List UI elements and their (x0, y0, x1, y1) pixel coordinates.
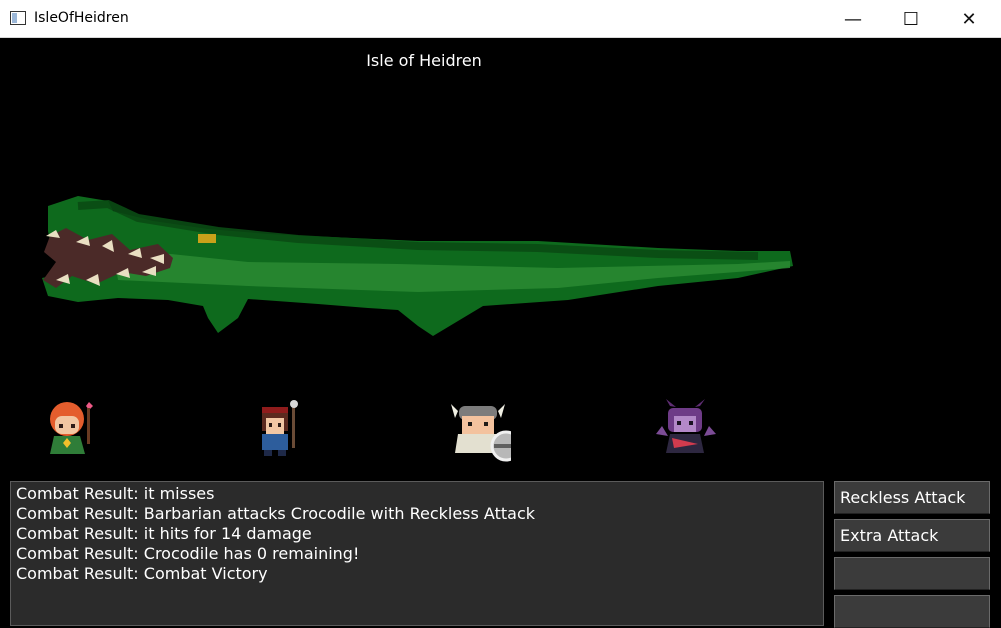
reckless-attack-button[interactable]: Reckless Attack (834, 481, 990, 514)
druid-sprite[interactable] (36, 398, 101, 463)
empty-action-button[interactable] (834, 595, 990, 628)
crocodile-sprite[interactable] (38, 196, 798, 341)
close-button[interactable]: ✕ (940, 0, 998, 38)
window-title: IsleOfHeidren (34, 10, 129, 26)
warlock-sprite[interactable] (654, 398, 719, 463)
minimize-icon: — (844, 8, 862, 30)
combat-log-line: Combat Result: it hits for 14 damage (16, 524, 312, 543)
game-title: Isle of Heidren (366, 51, 482, 70)
close-icon: ✕ (961, 8, 977, 30)
maximize-icon: ☐ (902, 8, 920, 30)
extra-attack-button[interactable]: Extra Attack (834, 519, 990, 552)
minimize-button[interactable]: — (824, 0, 882, 38)
ranger-sprite[interactable] (244, 398, 309, 463)
combat-log: Combat Result: it misses Combat Result: … (10, 481, 824, 626)
maximize-button[interactable]: ☐ (882, 0, 940, 38)
combat-log-line: Combat Result: it misses (16, 484, 215, 503)
party-lineup (0, 398, 820, 463)
barbarian-sprite[interactable] (446, 398, 511, 463)
app-window-icon (10, 11, 26, 25)
game-area: Isle of Heidren Combat Result: it misses… (0, 38, 1001, 628)
combat-log-line: Combat Result: Crocodile has 0 remaining… (16, 544, 360, 563)
window-titlebar: IsleOfHeidren — ☐ ✕ (0, 0, 1001, 38)
combat-log-line: Combat Result: Barbarian attacks Crocodi… (16, 504, 536, 523)
empty-action-button[interactable] (834, 557, 990, 590)
combat-log-line: Combat Result: Combat Victory (16, 564, 268, 583)
